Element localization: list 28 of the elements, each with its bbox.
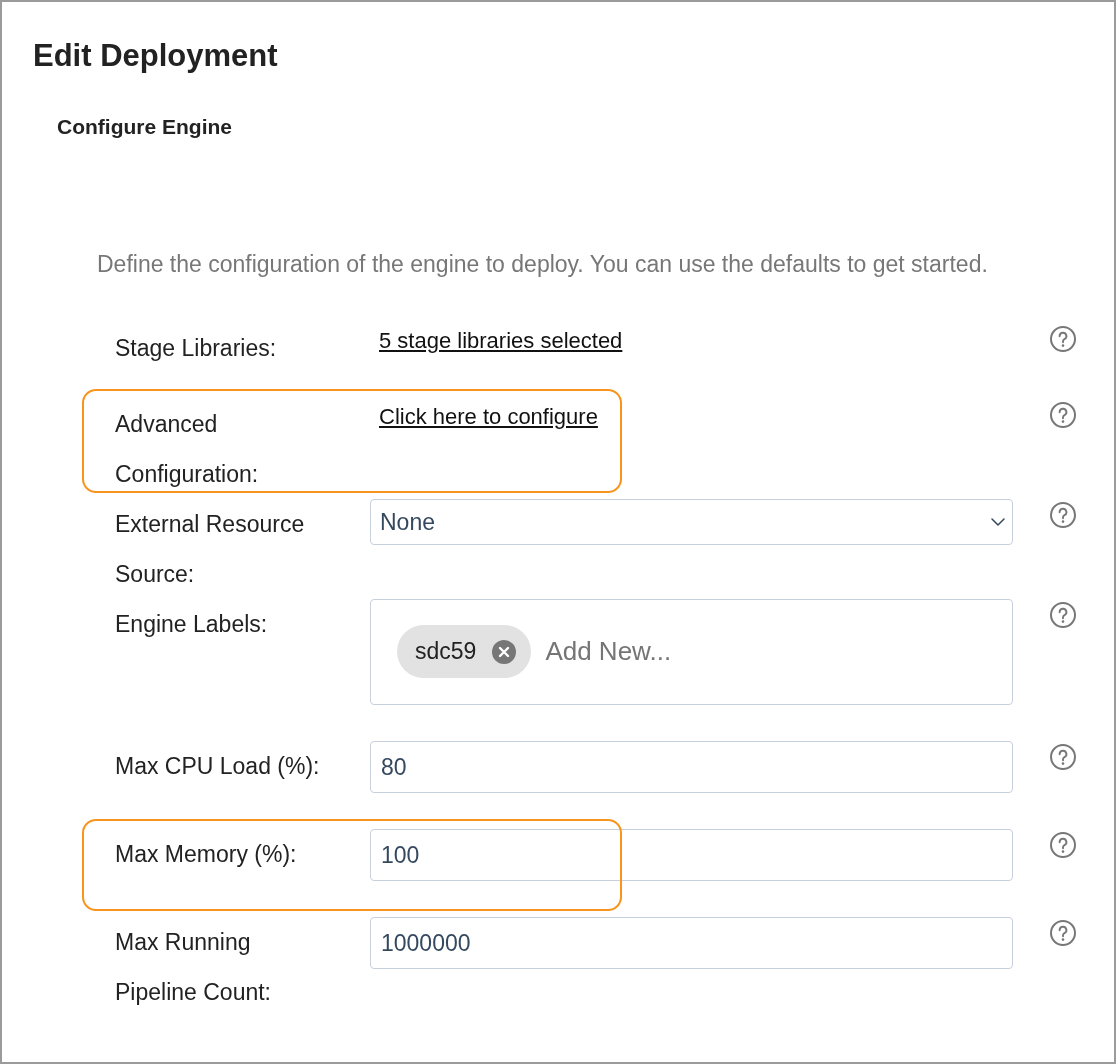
chevron-down-icon (991, 518, 1005, 526)
tag-chip[interactable]: sdc59 (397, 625, 532, 678)
input-field[interactable]: 100 (370, 829, 1013, 881)
section-description: Define the configuration of the engine to deploy. You can use the defaults to get started. (97, 250, 988, 278)
help-icon[interactable] (1050, 920, 1076, 946)
help-icon[interactable] (1050, 326, 1076, 352)
tag-input-field[interactable]: sdc59 Add New... (370, 599, 1013, 705)
input-field[interactable]: 80 (370, 741, 1013, 793)
help-icon[interactable] (1050, 602, 1076, 628)
field-link[interactable]: 5 stage libraries selected (379, 323, 623, 359)
select-field[interactable]: None (370, 499, 1013, 545)
help-icon[interactable] (1050, 744, 1076, 770)
field-link[interactable]: Click here to configure (379, 399, 598, 435)
field-label: Max Running Pipeline Count: (115, 928, 272, 1007)
section-heading: Configure Engine (57, 114, 232, 140)
help-icon[interactable] (1050, 832, 1076, 858)
help-icon[interactable] (1050, 402, 1076, 428)
field-label: External Resource Source: (115, 510, 306, 589)
field-label: Engine Labels: (115, 610, 269, 639)
help-icon[interactable] (1050, 502, 1076, 528)
field-label: Max Memory (%): (115, 840, 298, 869)
field-label: Max CPU Load (%): (115, 752, 321, 781)
field-label: Advanced Configuration: (115, 410, 260, 489)
placeholder-text: Add New... (545, 635, 672, 668)
remove-icon[interactable] (492, 639, 517, 664)
page-title: Edit Deployment (33, 38, 278, 74)
input-field[interactable]: 1000000 (370, 917, 1013, 969)
field-label: Stage Libraries: (115, 334, 278, 363)
